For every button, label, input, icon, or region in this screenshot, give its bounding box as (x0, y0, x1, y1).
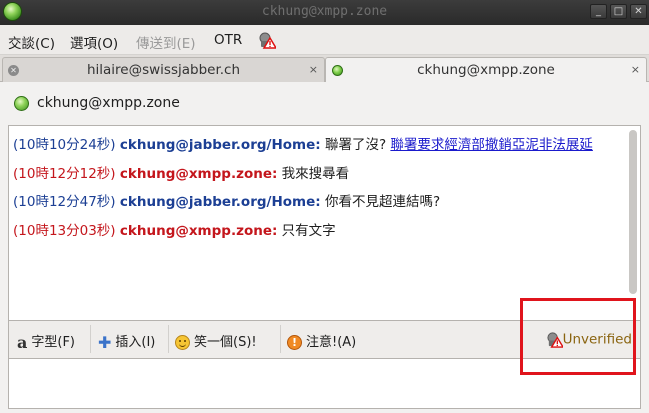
menu-options[interactable]: 選項(O) (70, 32, 118, 52)
tab-bar: ✕ hilaire@swissjabber.ch × ckhung@xmpp.z… (0, 55, 649, 83)
maximize-button[interactable]: □ (610, 4, 627, 19)
message-sender: ckhung@xmpp.zone: (119, 223, 278, 239)
scrollbar-thumb[interactable] (629, 130, 637, 294)
window-title: ckhung@xmpp.zone (261, 4, 388, 19)
message-sender: ckhung@xmpp.zone: (119, 166, 278, 182)
message-text: 聯署了沒? (320, 137, 391, 153)
message-text: 我來搜尋看 (277, 166, 350, 182)
smiley-icon (175, 335, 190, 350)
tab-label: ckhung@xmpp.zone (417, 62, 555, 78)
message-text: 只有文字 (277, 223, 336, 239)
chat-message: (10時10分24秒) ckhung@jabber.org/Home: 聯署了沒… (13, 133, 593, 153)
tab-ckhung[interactable]: ckhung@xmpp.zone × (325, 57, 647, 83)
message-sender: ckhung@jabber.org/Home: (119, 137, 321, 153)
title-bar: ckhung@xmpp.zone _ □ ✕ (0, 0, 649, 25)
chat-message: (10時12分12秒) ckhung@xmpp.zone: 我來搜尋看 (13, 162, 349, 182)
plus-icon: ✚ (98, 333, 112, 352)
insert-label: 插入(I) (115, 335, 156, 350)
font-label: 字型(F) (31, 335, 75, 350)
menu-send-to[interactable]: 傳送到(E) (136, 32, 196, 52)
smile-button[interactable]: 笑一個(S)! (175, 331, 257, 350)
toolbar-divider (280, 325, 281, 353)
toolbar-divider (168, 325, 169, 353)
menu-otr[interactable]: OTR (214, 32, 242, 48)
menu-conversation[interactable]: 交談(C) (8, 32, 55, 52)
tab-hilaire[interactable]: ✕ hilaire@swissjabber.ch × (2, 57, 325, 82)
highlight-box (520, 298, 636, 375)
chat-message: (10時12分47秒) ckhung@jabber.org/Home: 你看不見… (13, 190, 440, 210)
tab-close-button[interactable]: × (631, 63, 640, 76)
minimize-button[interactable]: _ (590, 4, 607, 19)
chat-scrollbar[interactable] (629, 130, 637, 316)
message-sender: ckhung@jabber.org/Home: (119, 194, 321, 210)
menu-bar: 交談(C) 選項(O) 傳送到(E) OTR (0, 25, 649, 55)
message-time: (10時13分03秒) (13, 223, 116, 239)
message-link[interactable]: 聯署要求經濟部撤銷亞泥非法展延 (390, 137, 593, 153)
contact-status-icon (14, 96, 29, 111)
message-time: (10時12分47秒) (13, 194, 116, 210)
chat-log[interactable]: (10時10分24秒) ckhung@jabber.org/Home: 聯署了沒… (8, 125, 641, 321)
otr-status-icon[interactable] (258, 31, 276, 49)
font-icon: a (17, 333, 28, 352)
message-time: (10時12分12秒) (13, 166, 116, 182)
toolbar-divider (90, 325, 91, 353)
font-button[interactable]: a 字型(F) (17, 331, 75, 352)
attention-label: 注意!(A) (306, 335, 357, 350)
tab-label: hilaire@swissjabber.ch (86, 62, 241, 78)
tab-close-button[interactable]: × (309, 63, 318, 76)
attention-icon: ! (287, 335, 302, 350)
message-time: (10時10分24秒) (13, 137, 116, 153)
attention-button[interactable]: ! 注意!(A) (287, 331, 356, 350)
chat-message: (10時13分03秒) ckhung@xmpp.zone: 只有文字 (13, 219, 336, 239)
smile-label: 笑一個(S)! (194, 335, 257, 350)
insert-button[interactable]: ✚ 插入(I) (98, 331, 155, 352)
close-button[interactable]: ✕ (630, 4, 647, 19)
message-text: 你看不見超連結嗎? (320, 194, 441, 210)
contact-name[interactable]: ckhung@xmpp.zone (37, 95, 180, 111)
